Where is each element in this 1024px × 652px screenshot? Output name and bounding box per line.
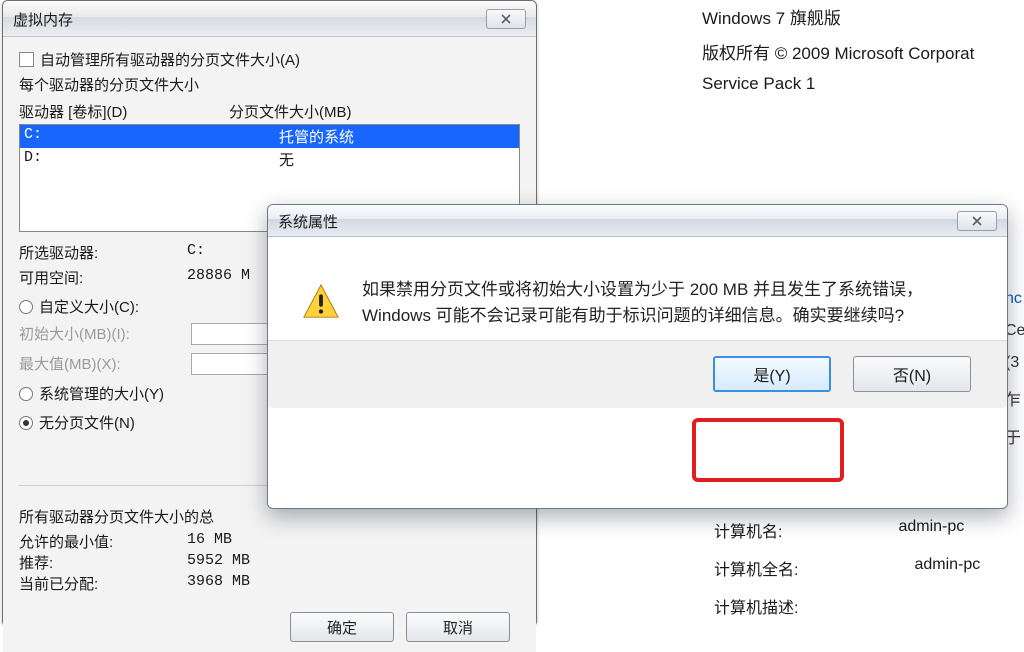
totals-block: 允许的最小值: 16 MB 推荐: 5952 MB 当前已分配: 3968 MB	[19, 531, 520, 594]
system-properties-confirm-dialog: 系统属性 如果禁用分页文件或将初始大小设置为少于 200 MB 并且发生了系统错…	[267, 204, 1008, 509]
auto-manage-label: 自动管理所有驱动器的分页文件大小(A)	[40, 49, 300, 70]
sp-title-text: 系统属性	[278, 211, 338, 232]
confirm-message: 如果禁用分页文件或将初始大小设置为少于 200 MB 并且发生了系统错误，Win…	[362, 277, 973, 330]
max-size-label: 最大值(MB)(X):	[19, 353, 187, 375]
computer-name-label: 计算机名:	[714, 518, 782, 542]
custom-size-radio[interactable]	[19, 300, 33, 314]
close-icon[interactable]	[957, 211, 997, 231]
copyright-text: 版权所有 © 2009 Microsoft Corporat	[702, 39, 974, 64]
vm-title-text: 虚拟内存	[13, 9, 73, 30]
system-managed-label: 系统管理的大小(Y)	[39, 383, 164, 404]
computer-fullname-label: 计算机全名:	[714, 556, 798, 580]
computer-labels: 计算机名: admin-pc 计算机全名: admin-pc 计算机描述:	[714, 518, 980, 632]
selected-drive-label: 所选驱动器:	[19, 242, 187, 263]
min-allowed-value: 16 MB	[187, 531, 232, 552]
custom-size-label: 自定义大小(C):	[39, 296, 139, 317]
computer-name-value: admin-pc	[898, 518, 964, 542]
recommended-value: 5952 MB	[187, 552, 250, 573]
warning-icon	[302, 283, 340, 321]
no-button[interactable]: 否(N)	[853, 356, 971, 392]
each-drive-label: 每个驱动器的分页文件大小	[19, 74, 520, 95]
windows-edition: Windows 7 旗舰版	[702, 4, 974, 29]
selected-drive-value: C:	[187, 242, 205, 263]
list-item[interactable]: C: 托管的系统	[20, 125, 519, 148]
computer-fullname-value: admin-pc	[914, 556, 980, 580]
available-space-label: 可用空间:	[19, 267, 187, 288]
yes-button[interactable]: 是(Y)	[713, 356, 831, 392]
service-pack: Service Pack 1	[702, 74, 974, 94]
drive-header-name: 驱动器 [卷标](D)	[19, 101, 229, 122]
computer-desc-label: 计算机描述:	[714, 594, 798, 618]
no-paging-radio[interactable]	[19, 416, 33, 430]
current-alloc-value: 3968 MB	[187, 573, 250, 594]
min-allowed-label: 允许的最小值:	[19, 531, 187, 552]
vm-titlebar[interactable]: 虚拟内存	[3, 1, 536, 37]
ok-button[interactable]: 确定	[290, 612, 394, 642]
list-item[interactable]: D: 无	[20, 148, 519, 171]
system-managed-radio[interactable]	[19, 387, 33, 401]
totals-header: 所有驱动器分页文件大小的总	[19, 506, 520, 527]
recommended-label: 推荐:	[19, 552, 187, 573]
sp-titlebar[interactable]: 系统属性	[268, 205, 1007, 237]
max-size-input[interactable]	[191, 353, 275, 375]
initial-size-input[interactable]	[191, 323, 275, 345]
auto-manage-checkbox[interactable]	[19, 52, 34, 67]
current-alloc-label: 当前已分配:	[19, 573, 187, 594]
system-info-panel: Windows 7 旗舰版 版权所有 © 2009 Microsoft Corp…	[702, 4, 974, 104]
no-paging-label: 无分页文件(N)	[39, 412, 135, 433]
drive-header-size: 分页文件大小(MB)	[229, 101, 352, 122]
available-space-value: 28886 M	[187, 267, 250, 288]
cancel-button[interactable]: 取消	[406, 612, 510, 642]
initial-size-label: 初始大小(MB)(I):	[19, 323, 187, 345]
close-icon[interactable]	[486, 9, 526, 29]
